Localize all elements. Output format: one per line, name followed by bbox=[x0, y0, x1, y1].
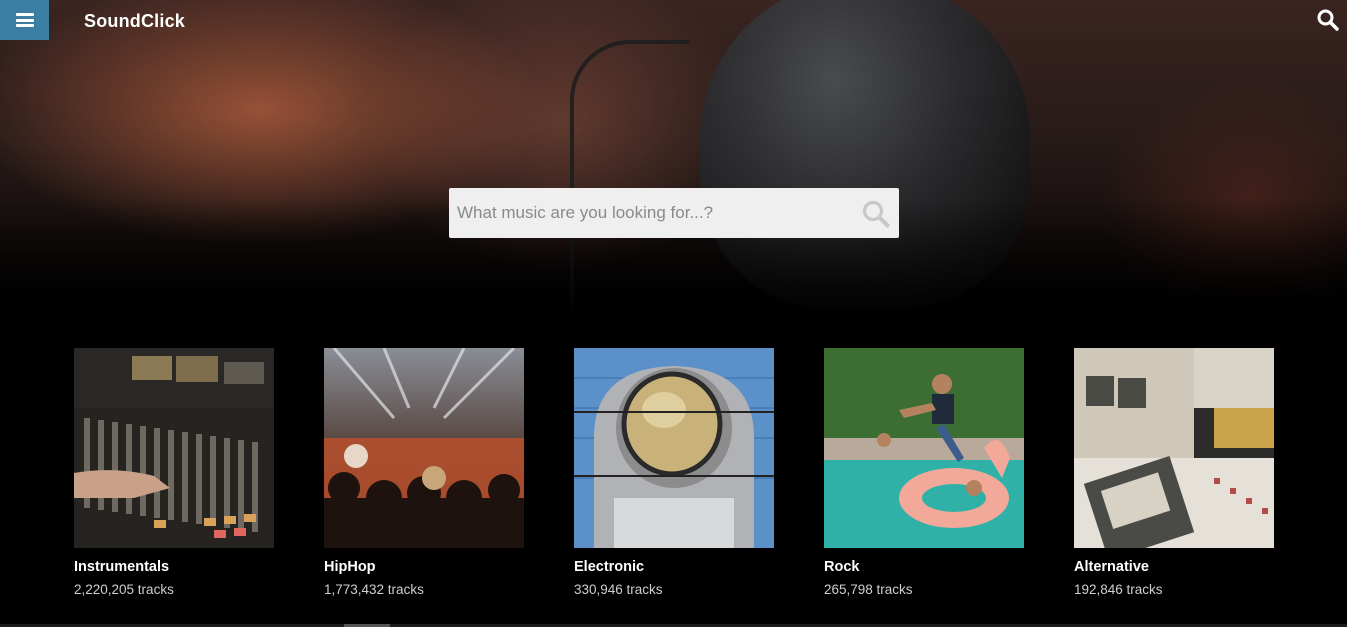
menu-button[interactable] bbox=[0, 0, 49, 40]
search-icon bbox=[862, 200, 890, 228]
genre-thumbnail-hiphop[interactable] bbox=[324, 348, 524, 548]
genre-track-count: 265,798 tracks bbox=[824, 582, 913, 597]
genre-card-alternative[interactable]: Alternative 192,846 tracks bbox=[1074, 348, 1274, 597]
genre-name[interactable]: Electronic bbox=[574, 559, 644, 575]
search-icon bbox=[1317, 9, 1339, 31]
genre-thumbnail-alternative[interactable] bbox=[1074, 348, 1274, 548]
genre-card-rock[interactable]: Rock 265,798 tracks bbox=[824, 348, 1024, 597]
genre-thumbnail-instrumentals[interactable] bbox=[74, 348, 274, 548]
genre-thumbnail-electronic[interactable] bbox=[574, 348, 774, 548]
genre-card-instrumentals[interactable]: Instrumentals 2,220,205 tracks bbox=[74, 348, 274, 597]
genre-track-count: 192,846 tracks bbox=[1074, 582, 1163, 597]
genre-track-count: 1,773,432 tracks bbox=[324, 582, 424, 597]
hero-singer-image bbox=[700, 0, 1030, 310]
header-search-button[interactable] bbox=[1316, 8, 1340, 32]
genre-card-hiphop[interactable]: HipHop 1,773,432 tracks bbox=[324, 348, 524, 597]
hamburger-menu-icon bbox=[15, 13, 34, 27]
hero-mic-cable bbox=[570, 40, 690, 318]
genre-name[interactable]: Rock bbox=[824, 559, 859, 575]
site-logo[interactable]: SoundClick bbox=[84, 11, 185, 32]
page: SoundClick What music are you looking fo… bbox=[0, 0, 1347, 627]
genre-track-count: 330,946 tracks bbox=[574, 582, 663, 597]
genre-name[interactable]: Alternative bbox=[1074, 559, 1149, 575]
hero-search-box bbox=[449, 188, 899, 238]
genre-track-count: 2,220,205 tracks bbox=[74, 582, 174, 597]
genre-name[interactable]: HipHop bbox=[324, 559, 376, 575]
genre-card-electronic[interactable]: Electronic 330,946 tracks bbox=[574, 348, 774, 597]
genre-thumbnail-rock[interactable] bbox=[824, 348, 1024, 548]
search-input[interactable] bbox=[449, 188, 849, 238]
genre-name[interactable]: Instrumentals bbox=[74, 559, 169, 575]
hero-banner bbox=[0, 0, 1347, 318]
search-submit-button[interactable] bbox=[861, 199, 891, 229]
